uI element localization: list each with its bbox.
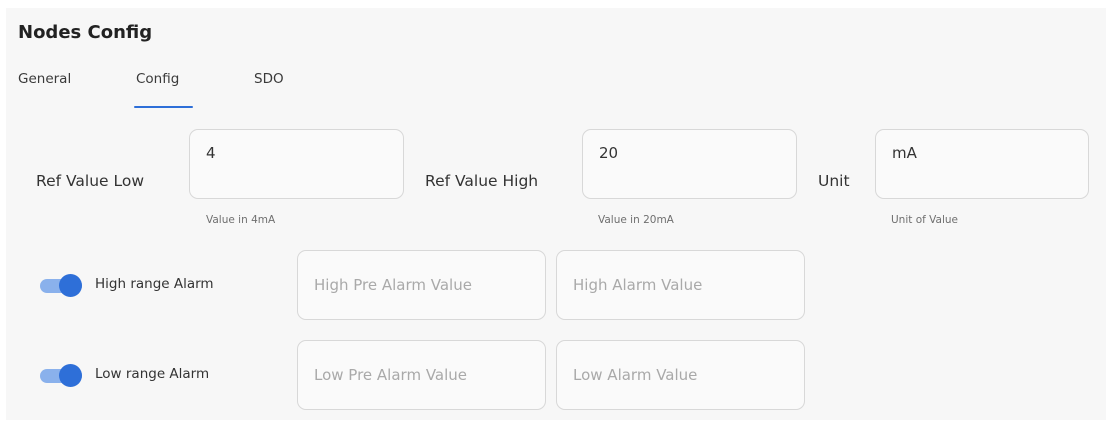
- high-range-alarm-toggle[interactable]: [38, 274, 84, 297]
- unit-input[interactable]: [875, 129, 1089, 199]
- active-tab-indicator: [134, 106, 193, 108]
- toggle-knob: [59, 364, 82, 387]
- low-range-alarm-label: Low range Alarm: [95, 366, 210, 382]
- tab-config[interactable]: Config: [136, 71, 179, 87]
- ref-value-low-input[interactable]: [189, 129, 404, 199]
- toggle-knob: [59, 274, 82, 297]
- unit-label: Unit: [818, 172, 850, 190]
- tab-general[interactable]: General: [18, 71, 71, 87]
- ref-value-low-label: Ref Value Low: [36, 172, 145, 190]
- unit-helper: Unit of Value: [891, 214, 959, 226]
- ref-value-high-input[interactable]: [582, 129, 797, 199]
- tab-sdo[interactable]: SDO: [254, 71, 284, 87]
- high-alarm-input[interactable]: [556, 250, 805, 320]
- high-range-alarm-label: High range Alarm: [95, 276, 214, 292]
- ref-value-high-helper: Value in 20mA: [598, 214, 674, 226]
- page-title: Nodes Config: [18, 22, 153, 43]
- ref-value-high-label: Ref Value High: [425, 172, 539, 190]
- low-alarm-input[interactable]: [556, 340, 805, 410]
- low-pre-alarm-input[interactable]: [297, 340, 546, 410]
- low-range-alarm-toggle[interactable]: [38, 364, 84, 387]
- high-pre-alarm-input[interactable]: [297, 250, 546, 320]
- ref-value-low-helper: Value in 4mA: [206, 214, 276, 226]
